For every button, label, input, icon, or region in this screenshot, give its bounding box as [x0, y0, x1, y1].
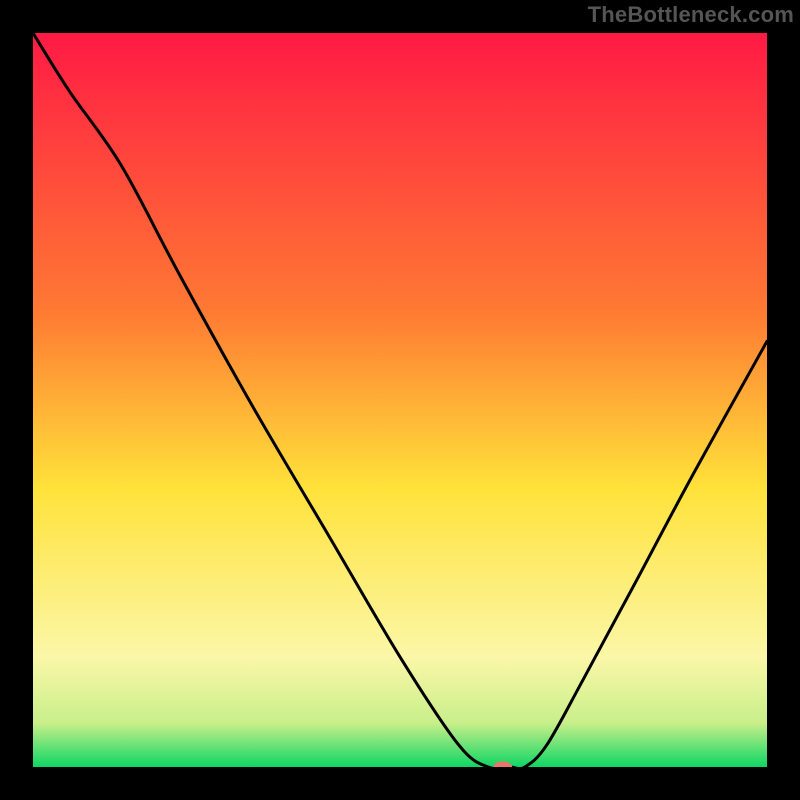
plot-svg [33, 33, 767, 767]
watermark-text: TheBottleneck.com [588, 2, 794, 28]
chart-container: TheBottleneck.com [0, 0, 800, 800]
plot-area [33, 33, 767, 767]
